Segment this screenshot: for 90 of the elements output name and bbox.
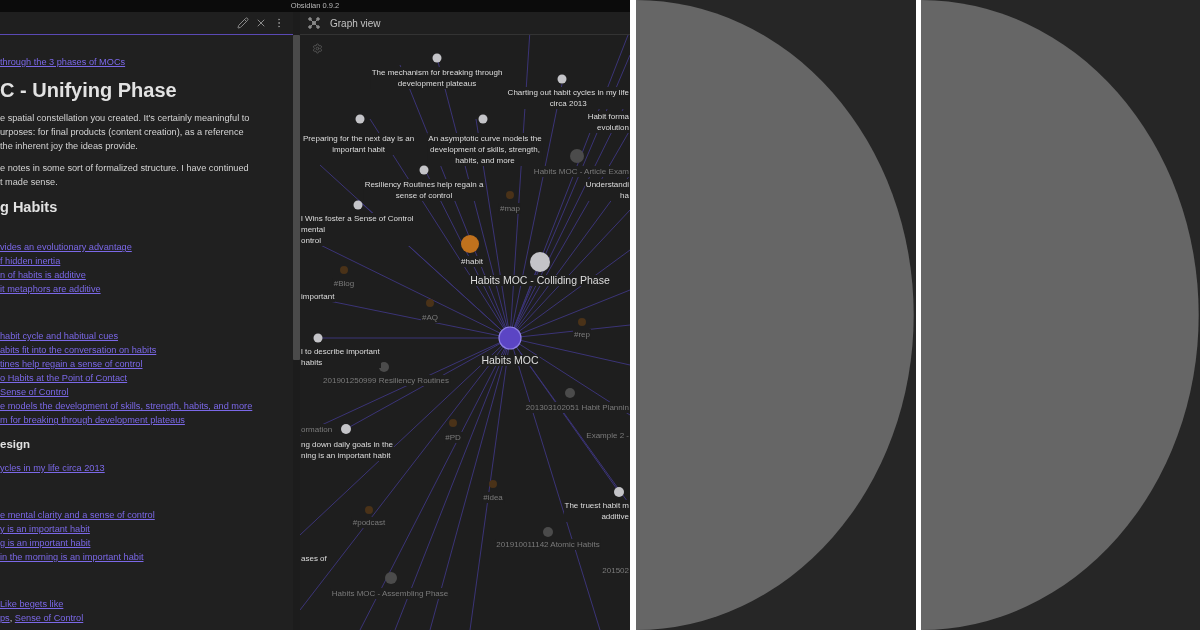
note-link[interactable]: tines help regain a sense of control — [0, 357, 143, 371]
graph-icon — [308, 17, 320, 29]
graph-view-title: Graph view — [330, 17, 381, 29]
note-node[interactable] — [385, 572, 397, 584]
node-label: #map — [499, 203, 521, 214]
note-node[interactable] — [614, 487, 624, 497]
note-node[interactable] — [530, 252, 550, 272]
node-label: 201502 — [601, 565, 630, 576]
note-link[interactable]: e mental clarity and a sense of control — [0, 508, 155, 522]
node-label: Preparing for the next day is an important habit — [302, 133, 416, 155]
node-label: l to describe important habits — [300, 346, 381, 368]
note-link[interactable]: abits fit into the conversation on habits — [0, 343, 157, 357]
note-node[interactable] — [543, 527, 553, 537]
node-label: #Blog — [332, 278, 356, 289]
note-node[interactable] — [379, 362, 389, 372]
paragraph-line: e spatial constellation you created. It's certainly meaningful to — [0, 112, 250, 125]
node-label: The mechanism for breaking through development plateaus — [370, 67, 504, 89]
tag-node[interactable] — [489, 480, 497, 488]
node-label: Habits MOC - Article Exam — [532, 166, 630, 177]
note-link[interactable]: Like begets like — [0, 597, 64, 611]
node-label: important — [300, 291, 336, 302]
note-node[interactable] — [355, 114, 365, 124]
note-node[interactable] — [570, 149, 584, 163]
node-label: 201910011142 Atomic Habits — [495, 539, 601, 550]
note-link[interactable]: Sense of Control — [14, 613, 84, 623]
tag-node[interactable] — [426, 299, 434, 307]
note-node[interactable] — [419, 165, 429, 175]
node-label: Habit forma evolution — [586, 111, 630, 133]
node-label: An asymptotic curve models the development of skills, strength, habits, and more — [427, 133, 543, 166]
note-link[interactable]: Sense of Control — [0, 385, 69, 399]
settings-icon[interactable] — [312, 43, 323, 54]
note-link[interactable]: e models the development of skills, strength, habits, and more — [0, 399, 253, 413]
scrollbar-thumb[interactable] — [293, 35, 300, 360]
note-node[interactable] — [432, 53, 442, 63]
node-label: The truest habit m additive — [563, 500, 630, 522]
node-label: #AQ — [421, 312, 439, 323]
node-label: Charting out habit cycles in my life circa 2013 — [506, 87, 630, 109]
node-label: Example 2 - — [585, 430, 630, 441]
note-title: C - Unifying Phase — [0, 78, 177, 103]
subsection-heading: esign — [0, 437, 31, 452]
note-link[interactable]: ps — [0, 613, 10, 623]
note-node[interactable] — [341, 424, 351, 434]
note-link[interactable]: f hidden inertia — [0, 254, 61, 268]
note-link[interactable]: o Habits at the Point of Contact — [0, 371, 128, 385]
node-label: Habits MOC — [480, 355, 540, 366]
paragraph-line: urposes: for final products (content creation), as a reference — [0, 126, 244, 139]
note-link[interactable]: y is an important habit — [0, 522, 90, 536]
node-label: #rep — [573, 329, 591, 340]
tag-node[interactable] — [449, 419, 457, 427]
paragraph-line: the inherent joy the ideas provide. — [0, 140, 138, 153]
node-label: 201303102051 Habit Plannin — [524, 402, 630, 413]
node-label: Understandi ha — [584, 179, 630, 201]
node-label: ng down daily goals in the ning is an important habit — [300, 439, 395, 461]
node-label: #podcast — [351, 517, 387, 528]
note-link[interactable]: n of habits is additive — [0, 268, 86, 282]
node-label: #habit — [460, 256, 484, 267]
tag-node[interactable] — [506, 191, 514, 199]
node-label: ases of — [300, 553, 328, 564]
node-label: l Wins foster a Sense of Control mental ontrol — [300, 213, 415, 246]
section-heading: g Habits — [0, 198, 58, 217]
note-link[interactable]: g is an important habit — [0, 536, 91, 550]
edit-icon[interactable] — [237, 17, 249, 29]
node-label: 201901250999 Resiliency Routines — [322, 375, 450, 386]
note-link[interactable]: through the 3 phases of MOCs — [0, 55, 126, 69]
note-link[interactable]: habit cycle and habitual cues — [0, 329, 118, 343]
note-link[interactable]: in the morning is an important habit — [0, 550, 144, 564]
note-link[interactable]: ycles in my life circa 2013 — [0, 461, 105, 475]
note-node[interactable] — [498, 326, 522, 350]
node-label: Resiliency Routines help regain a sense of control — [363, 179, 485, 201]
tag-node[interactable] — [365, 506, 373, 514]
node-label: ormation — [300, 424, 334, 435]
paragraph-line: t made sense. — [0, 176, 58, 189]
note-node[interactable] — [353, 200, 363, 210]
node-label: #PD — [444, 432, 462, 443]
note-node[interactable] — [478, 114, 488, 124]
note-link[interactable]: it metaphors are additive — [0, 282, 101, 296]
note-link[interactable]: m for breaking through development plateaus — [0, 413, 185, 427]
note-node[interactable] — [557, 74, 567, 84]
tag-node[interactable] — [578, 318, 586, 326]
link-list-line: ps, Sense of Control — [0, 612, 84, 625]
tag-node[interactable] — [461, 235, 479, 253]
paragraph-line: e notes in some sort of formalized structure. I have continued — [0, 162, 249, 175]
note-node[interactable] — [313, 333, 323, 343]
node-label: Habits MOC - Colliding Phase — [469, 275, 611, 286]
node-label: #idea — [482, 492, 504, 503]
note-link[interactable]: vides an evolutionary advantage — [0, 240, 132, 254]
note-node[interactable] — [565, 388, 575, 398]
close-icon[interactable] — [255, 17, 267, 29]
node-label: Habits MOC - Assembling Phase — [330, 588, 450, 599]
tag-node[interactable] — [340, 266, 348, 274]
